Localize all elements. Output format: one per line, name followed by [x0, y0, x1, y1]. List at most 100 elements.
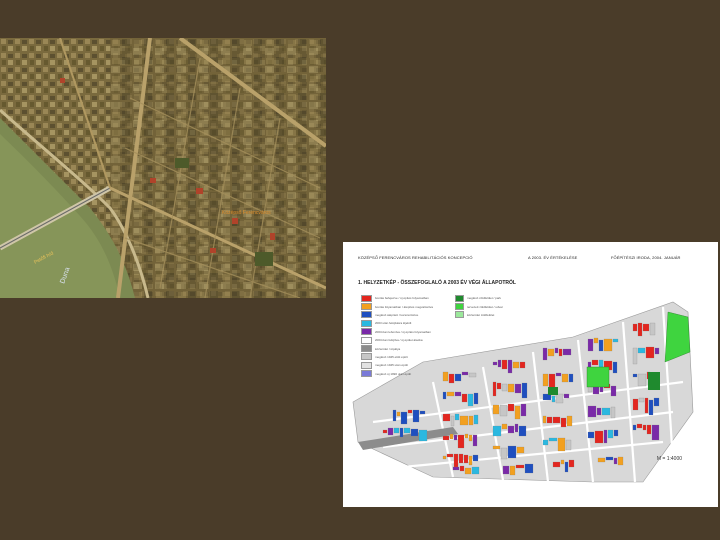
- building: [471, 466, 480, 475]
- legend-label: meglévő 1945 előtt épült: [375, 354, 408, 359]
- building: [646, 424, 652, 435]
- building: [453, 434, 458, 441]
- building: [560, 459, 565, 465]
- green-park: [648, 372, 660, 390]
- building: [442, 391, 447, 400]
- legend-item: meglévő 1945 után épült: [361, 361, 433, 369]
- building: [566, 415, 573, 427]
- building: [542, 439, 549, 446]
- building: [442, 371, 449, 382]
- building: [637, 322, 643, 337]
- building: [407, 409, 413, 414]
- legend-label: 2003-ban lebontva / új építés folyamatba…: [375, 329, 431, 334]
- map-scale: M = 1:4000: [656, 456, 682, 462]
- building: [597, 457, 606, 463]
- building: [507, 383, 515, 393]
- aerial-photo-canvas: Petőfi híd Duna Középső Ferencváros: [0, 38, 326, 298]
- legend-swatch: [361, 336, 372, 344]
- building: [554, 347, 559, 354]
- building: [464, 433, 469, 439]
- building: [464, 467, 472, 475]
- building: [598, 339, 604, 352]
- building: [396, 411, 401, 417]
- building: [552, 461, 561, 468]
- green-courtyard: [548, 387, 558, 395]
- building: [637, 373, 647, 387]
- building: [446, 391, 455, 397]
- building: [442, 455, 447, 460]
- building: [632, 424, 637, 431]
- legend-swatch: [361, 345, 372, 353]
- building: [637, 347, 646, 354]
- building: [542, 373, 549, 387]
- building: [519, 361, 526, 369]
- building: [610, 385, 617, 397]
- building: [613, 429, 619, 437]
- building: [514, 405, 521, 420]
- building: [521, 382, 528, 399]
- building: [449, 433, 454, 440]
- building: [442, 413, 451, 422]
- legend-item: 2003-ban lebontva / új építés folyamatba…: [361, 328, 433, 336]
- building: [546, 416, 553, 424]
- building: [496, 382, 502, 390]
- building: [387, 427, 394, 436]
- building: [596, 407, 602, 416]
- legend-label: közterület zöldfelület: [467, 312, 495, 317]
- building: [542, 415, 547, 424]
- building: [613, 457, 618, 465]
- building: [632, 323, 638, 332]
- legend-item: 2003 után felújításra kijelölt: [361, 319, 433, 327]
- building: [555, 372, 562, 377]
- building: [593, 337, 599, 344]
- building: [419, 410, 426, 415]
- building: [551, 395, 556, 403]
- building: [610, 406, 616, 419]
- building: [507, 445, 517, 459]
- building: [403, 427, 411, 434]
- building: [492, 361, 498, 366]
- building: [594, 430, 604, 444]
- building: [509, 465, 516, 476]
- building: [632, 398, 639, 411]
- building: [492, 404, 500, 415]
- building: [459, 465, 465, 472]
- building: [392, 409, 397, 422]
- building: [442, 435, 450, 441]
- building: [653, 397, 660, 407]
- building: [642, 323, 650, 332]
- building: [648, 399, 654, 416]
- building: [516, 446, 525, 454]
- building: [557, 437, 566, 452]
- building: [463, 454, 469, 464]
- building: [507, 359, 513, 374]
- building: [418, 429, 428, 442]
- legend-green-item: tervezett zöldfelület / udvar: [455, 302, 503, 311]
- legend-green-item: meglévő zöldfelület / park: [455, 294, 503, 302]
- legend-label: közterület / útpálya: [375, 346, 401, 351]
- legend-item: meglévő átépített / korszerűsítve: [361, 311, 433, 319]
- legend-label: meglévő zöldfelület / park: [467, 296, 502, 301]
- legend-label: 2003-ban felújítva / új épület átadva: [375, 338, 423, 343]
- building: [591, 359, 599, 366]
- building: [563, 393, 570, 399]
- building: [617, 456, 624, 466]
- building: [565, 439, 572, 451]
- building: [468, 415, 474, 426]
- building: [612, 338, 619, 343]
- building: [502, 465, 510, 475]
- building: [515, 464, 525, 469]
- building: [568, 373, 574, 383]
- legend-label: bontás folyamatban / átépítés megvalósít…: [375, 304, 433, 309]
- rehabilitation-plan-map: KÖZÉPSŐ FERENCVÁROS REHABILITÁCIÓS KONCE…: [343, 242, 718, 507]
- building: [632, 373, 638, 378]
- building: [473, 414, 479, 425]
- building: [446, 453, 454, 458]
- building: [547, 348, 555, 357]
- building: [472, 434, 478, 447]
- legend-swatch: [361, 328, 372, 336]
- building: [632, 347, 638, 365]
- building: [644, 397, 649, 414]
- legend-item: meglévő 1945 előtt épült: [361, 353, 433, 361]
- building: [607, 429, 614, 439]
